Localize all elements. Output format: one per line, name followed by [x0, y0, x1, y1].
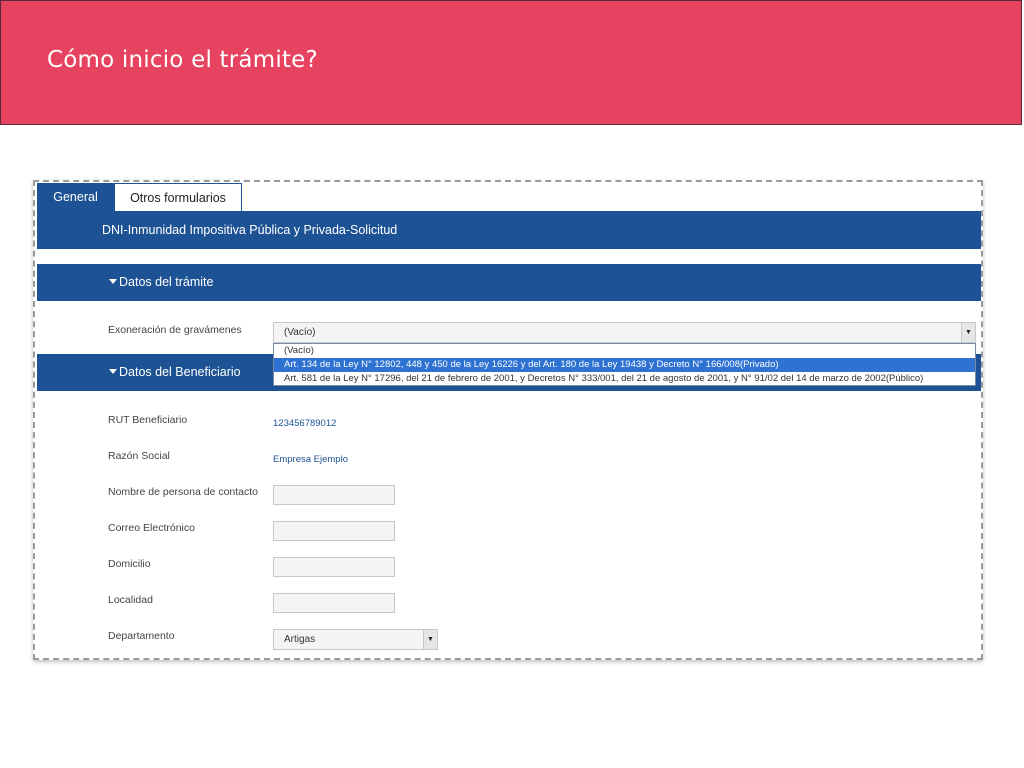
- exoneracion-select-value: (Vacío): [284, 327, 316, 338]
- section-datos-tramite[interactable]: Datos del trámite: [37, 264, 981, 301]
- tab-general[interactable]: General: [37, 183, 114, 211]
- exoneracion-label: Exoneración de gravámenes: [108, 324, 242, 336]
- correo-label: Correo Electrónico: [108, 522, 195, 534]
- tab-otros-formularios[interactable]: Otros formularios: [114, 183, 242, 211]
- razon-social-value: Empresa Ejemplo: [273, 454, 348, 465]
- exoneracion-select[interactable]: (Vacío) ▼: [273, 322, 976, 343]
- departamento-select[interactable]: Artigas ▼: [273, 629, 438, 650]
- localidad-label: Localidad: [108, 594, 153, 606]
- tab-bar: General Otros formularios: [37, 183, 981, 211]
- form-screenshot: General Otros formularios DNI-Inmunidad …: [33, 180, 983, 660]
- departamento-select-value: Artigas: [284, 634, 316, 645]
- dropdown-option[interactable]: Art. 581 de la Ley N° 17296, del 21 de f…: [274, 372, 975, 386]
- rut-value: 123456789012: [273, 418, 337, 429]
- form-title-bar: DNI-Inmunidad Impositiva Pública y Priva…: [37, 211, 981, 249]
- slide-title: Cómo inicio el trámite?: [47, 47, 318, 73]
- localidad-input[interactable]: [273, 593, 395, 613]
- exoneracion-dropdown-list: (Vacío) Art. 134 de la Ley N° 12802, 448…: [273, 343, 976, 386]
- contacto-input[interactable]: [273, 485, 395, 505]
- rut-label: RUT Beneficiario: [108, 414, 188, 426]
- dropdown-option-selected[interactable]: Art. 134 de la Ley N° 12802, 448 y 450 d…: [274, 358, 975, 372]
- section-title: Datos del trámite: [119, 275, 214, 289]
- chevron-down-icon[interactable]: ▼: [961, 323, 975, 342]
- triangle-down-icon: [109, 369, 117, 374]
- section-title: Datos del Beneficiario: [119, 365, 241, 379]
- razon-social-label: Razón Social: [108, 450, 170, 462]
- chevron-down-icon[interactable]: ▼: [423, 630, 437, 649]
- form-title: DNI-Inmunidad Impositiva Pública y Priva…: [102, 223, 398, 237]
- domicilio-label: Domicilio: [108, 558, 151, 570]
- departamento-label: Departamento: [108, 630, 175, 642]
- domicilio-input[interactable]: [273, 557, 395, 577]
- form-container: General Otros formularios DNI-Inmunidad …: [37, 183, 981, 658]
- contacto-label: Nombre de persona de contacto: [108, 486, 259, 498]
- dropdown-option[interactable]: (Vacío): [274, 344, 975, 358]
- triangle-down-icon: [109, 279, 117, 284]
- correo-input[interactable]: [273, 521, 395, 541]
- slide-banner: Cómo inicio el trámite?: [0, 0, 1022, 125]
